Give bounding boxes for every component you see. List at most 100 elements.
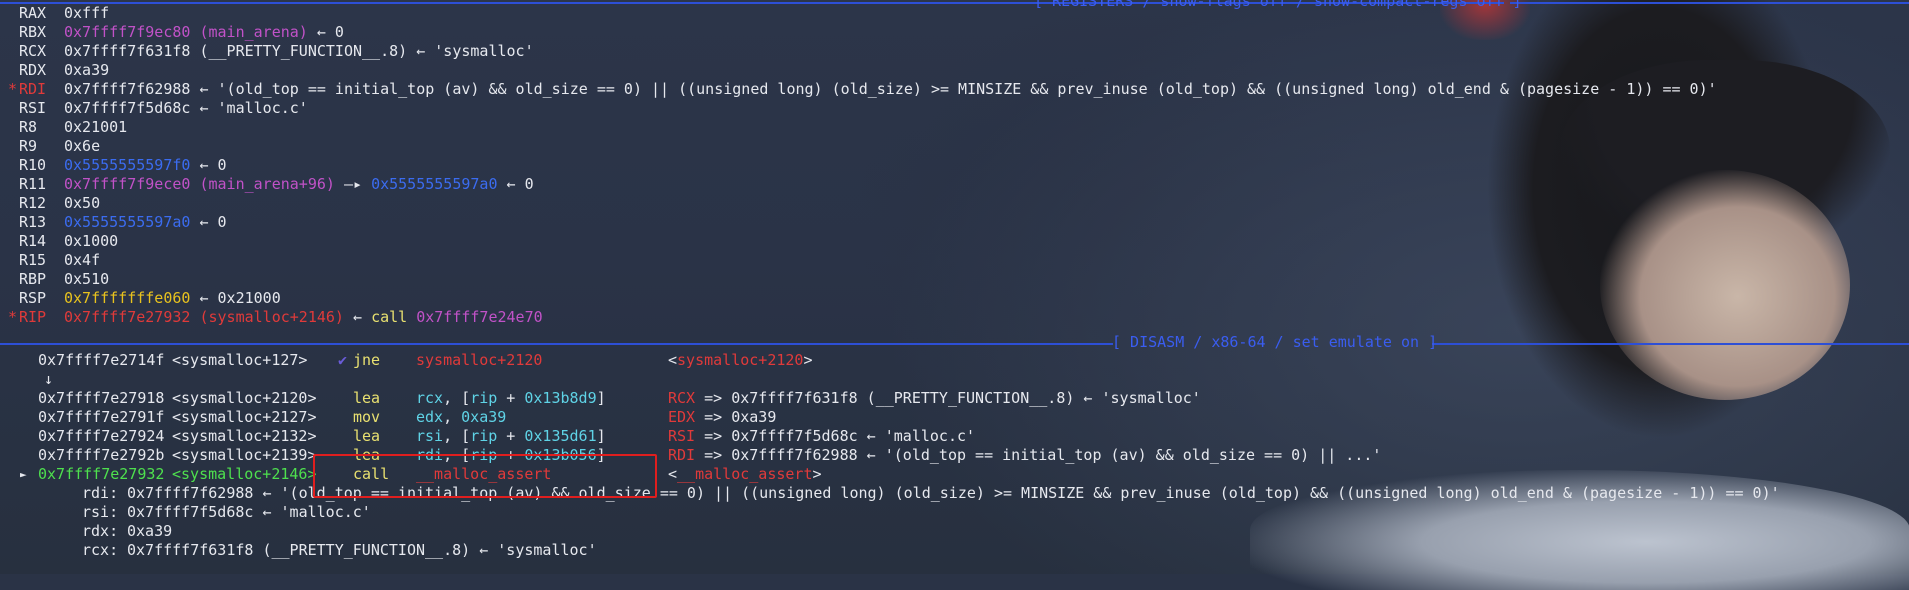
register-name: RSP [19,289,47,307]
register-value: 0x7ffff7f9ec80 (main_arena) ← 0 [64,23,344,42]
register-changed-marker [8,194,17,213]
instruction-address: 0x7ffff7e27924 [38,427,165,445]
register-value-part: 0x5555555597a0 [371,175,498,193]
instruction-symbol: <sysmalloc+2132> [172,427,317,445]
register-value-part: 0x7ffff7f62988 ← '(old_top == initial_to… [64,80,1717,98]
instruction-symbol: <sysmalloc+2139> [172,446,317,464]
instruction-address: 0x7ffff7e2714f [38,351,165,369]
register-changed-marker [8,42,17,61]
disasm-header-rule [0,343,1113,345]
register-changed-marker: * [8,80,18,98]
current-instruction-pointer-icon: ► [20,468,27,481]
register-value-part: 0xa39 [64,61,110,79]
register-value-part: 0x6e [64,137,101,155]
register-value-part: 0x5555555597a0 [64,213,191,231]
operand-part: ] [596,389,606,407]
register-name: R11 [19,175,47,193]
comment-part: => 0x7ffff7f631f8 (__PRETTY_FUNCTION__.8… [695,389,1201,407]
instruction-address: 0x7ffff7e2792b [38,446,165,464]
comment-part: RDI [668,446,696,464]
call-arg-name: rdx: [82,522,119,540]
comment-part: sysmalloc+2120 [677,351,804,369]
register-value-part: 0x50 [64,194,101,212]
operand-part: edx [416,408,444,426]
call-arg-name: rdi: [82,484,119,502]
comment-part: => 0x7ffff7f5d68c ← 'malloc.c' [695,427,976,445]
register-value: 0x7ffff7f62988 ← '(old_top == initial_to… [64,80,1717,99]
instruction-symbol: <sysmalloc+2146> [172,465,317,483]
comment-part: => 0x7ffff7f62988 ← '(old_top == initial… [695,446,1382,464]
register-changed-marker [8,251,17,270]
register-value: 0x7ffff7f5d68c ← 'malloc.c' [64,99,308,118]
register-name: R10 [19,156,47,174]
register-value-part: 0x7ffff7f631f8 (__PRETTY_FUNCTION__.8) ←… [64,42,534,60]
registers-header-title: [ REGISTERS / show-flags off / show-comp… [1034,0,1522,10]
highlight-box [313,454,657,498]
register-name: RDI [19,80,47,98]
register-changed-marker [8,118,17,137]
instruction-symbol: <sysmalloc+2127> [172,408,317,426]
register-changed-marker [8,213,17,232]
register-value-part: ← 0x21000 [190,289,281,307]
registers-header-rule-right [1510,2,1909,4]
register-name: R14 [19,232,47,250]
register-name: RBP [19,270,47,288]
register-name: RDX [19,61,47,79]
register-changed-marker [8,156,17,175]
register-value-part: ← [343,308,372,326]
operand-part: 0xa39 [461,408,507,426]
register-value-part: 0x7ffff7f5d68c ← 'malloc.c' [64,99,308,117]
branch-taken-check-icon: ✔ [338,351,348,369]
operand-part: rip [470,389,498,407]
operand-part: ] [596,427,606,445]
register-value: 0xfff [64,4,109,23]
comment-part: > [803,351,813,369]
operand-part: 0x135d61 [524,427,597,445]
operand-part: rcx [416,389,444,407]
register-value: 0x6e [64,137,100,156]
register-value-part: 0x7ffff7f9ece0 (main_arena+96) [64,175,335,193]
call-arg-name: rsi: [82,503,119,521]
comment-part: RCX [668,389,696,407]
operand-part: sysmalloc+2120 [416,351,543,369]
register-value-part: 0x7fffffffe060 [64,289,191,307]
register-value-part: 0x510 [64,270,110,288]
instruction-mnemonic: mov [353,408,381,426]
instruction-address: 0x7ffff7e27918 [38,389,165,407]
register-value-part: —▸ [334,175,372,193]
operand-part: , [ [443,389,471,407]
register-value: 0x21001 [64,118,127,137]
register-name: R15 [19,251,47,269]
instruction-operands: edx, 0xa39 [416,408,506,427]
instruction-mnemonic: lea [353,427,381,445]
operand-part: rsi [416,427,444,445]
register-changed-marker [8,232,17,251]
register-value-part: ← 0 [497,175,534,193]
operand-part: + [497,427,525,445]
comment-part: > [812,465,822,483]
register-value-part: 0x7ffff7e27932 (sysmalloc+2146) [64,308,344,326]
comment-part: < [668,465,678,483]
register-value: 0x5555555597a0 ← 0 [64,213,227,232]
instruction-operands: rcx, [rip + 0x13b8d9] [416,389,606,408]
instruction-symbol: <sysmalloc+127> [172,351,308,369]
register-value-part: ← 0 [190,156,227,174]
register-value: 0x7ffff7f9ece0 (main_arena+96) —▸ 0x5555… [64,175,534,194]
register-changed-marker [8,175,17,194]
call-arg-name: rcx: [82,541,119,559]
instruction-mnemonic: jne [353,351,381,369]
call-arg-value: 0x7ffff7f5d68c ← 'malloc.c' [127,503,371,521]
register-value-part: call [371,308,408,326]
register-name: R12 [19,194,47,212]
instruction-symbol: <sysmalloc+2120> [172,389,317,407]
register-value: 0x50 [64,194,100,213]
register-name: R13 [19,213,47,231]
comment-part: => 0xa39 [695,408,777,426]
register-changed-marker [8,4,17,23]
operand-part: , [ [443,427,471,445]
register-changed-marker [8,61,17,80]
instruction-comment: RCX => 0x7ffff7f631f8 (__PRETTY_FUNCTION… [668,389,1201,408]
register-value: 0x7fffffffe060 ← 0x21000 [64,289,281,308]
register-changed-marker [8,270,17,289]
register-name: RCX [19,42,47,60]
